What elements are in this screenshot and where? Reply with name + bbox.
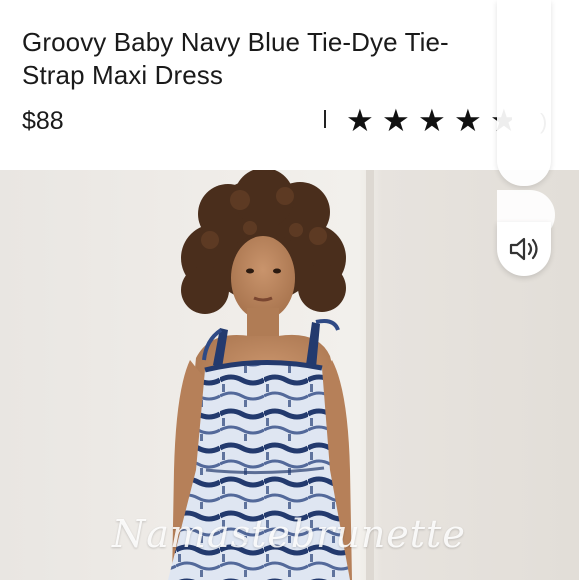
product-title: Groovy Baby Navy Blue Tie-Dye Tie-Strap …: [22, 27, 449, 90]
star-icon: ★: [454, 103, 482, 139]
star-rating[interactable]: ★ ★ ★ ★ ★: [346, 104, 512, 138]
star-icon: ★: [382, 103, 410, 139]
product-header: Groovy Baby Navy Blue Tie-Dye Tie-Strap …: [0, 0, 579, 170]
product-price: $88: [22, 107, 64, 135]
volume-button[interactable]: [497, 222, 551, 276]
rating-divider: [324, 110, 326, 128]
speaker-volume-icon: [509, 237, 538, 261]
star-icon: ★: [418, 103, 446, 139]
watermark-signature: Namastebrunette: [112, 512, 466, 556]
side-volume-panel[interactable]: [497, 0, 551, 186]
star-icon: ★: [346, 103, 374, 139]
